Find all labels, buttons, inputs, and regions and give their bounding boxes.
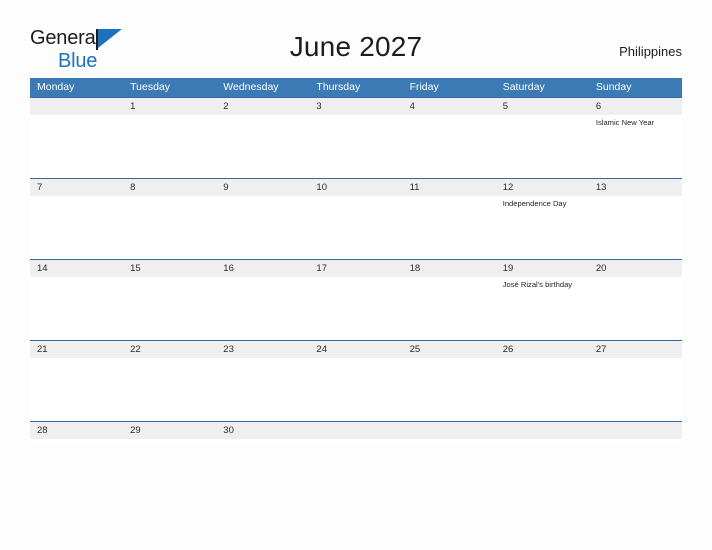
day-number[interactable]: 10 — [309, 179, 402, 196]
day-number[interactable]: 5 — [496, 98, 589, 115]
day-number[interactable]: 6 — [589, 98, 682, 115]
day-number[interactable]: 25 — [403, 341, 496, 358]
day-number[interactable] — [496, 422, 589, 439]
day-number[interactable]: 18 — [403, 260, 496, 277]
day-number[interactable]: 4 — [403, 98, 496, 115]
day-event — [403, 115, 496, 179]
day-number[interactable] — [30, 98, 123, 115]
day-event — [496, 358, 589, 422]
country-label: Philippines — [619, 44, 682, 59]
calendar-week-row: 7 8 9 10 11 12 13 Independence Day — [30, 178, 682, 259]
day-number[interactable]: 14 — [30, 260, 123, 277]
weekday-header-saturday: Saturday — [502, 81, 545, 93]
calendar-page: General Blue June 2027 Philippines Monda… — [0, 0, 712, 550]
day-number[interactable]: 11 — [403, 179, 496, 196]
day-event — [589, 358, 682, 422]
day-number[interactable]: 13 — [589, 179, 682, 196]
calendar-week-row: 14 15 16 17 18 19 20 José Rizal's birthd… — [30, 259, 682, 340]
day-event — [309, 115, 402, 179]
weekday-header-thursday: Thursday — [316, 81, 361, 93]
day-number[interactable]: 19 — [496, 260, 589, 277]
day-number[interactable]: 22 — [123, 341, 216, 358]
day-event — [30, 277, 123, 341]
day-number[interactable]: 30 — [216, 422, 309, 439]
day-event — [216, 115, 309, 179]
day-event — [30, 196, 123, 260]
day-number[interactable] — [309, 422, 402, 439]
day-number[interactable]: 12 — [496, 179, 589, 196]
week-number-band: 14 15 16 17 18 19 20 — [30, 260, 682, 277]
day-event: José Rizal's birthday — [502, 280, 573, 289]
weekday-header-row: Monday Tuesday Wednesday Thursday Friday… — [30, 78, 682, 97]
day-event — [309, 358, 402, 422]
day-number[interactable]: 27 — [589, 341, 682, 358]
day-event — [123, 358, 216, 422]
day-number[interactable] — [403, 422, 496, 439]
day-number[interactable]: 21 — [30, 341, 123, 358]
day-number[interactable]: 2 — [216, 98, 309, 115]
day-event — [216, 277, 309, 341]
day-number[interactable]: 16 — [216, 260, 309, 277]
calendar-grid: Monday Tuesday Wednesday Thursday Friday… — [30, 78, 682, 443]
day-number[interactable]: 24 — [309, 341, 402, 358]
weekday-header-tuesday: Tuesday — [130, 81, 171, 93]
week-number-band: 28 29 30 — [30, 422, 682, 439]
weekday-header-wednesday: Wednesday — [223, 81, 279, 93]
day-event — [309, 196, 402, 260]
day-event — [123, 277, 216, 341]
day-event — [403, 358, 496, 422]
day-event — [123, 115, 216, 179]
day-event — [30, 115, 123, 179]
week-event-band: Islamic New Year — [30, 115, 682, 179]
day-number[interactable]: 28 — [30, 422, 123, 439]
day-event: Islamic New Year — [595, 118, 655, 127]
day-event — [589, 196, 682, 260]
day-event — [309, 277, 402, 341]
day-event — [30, 358, 123, 422]
day-event — [403, 277, 496, 341]
day-number[interactable]: 15 — [123, 260, 216, 277]
day-event — [123, 196, 216, 260]
day-event — [216, 358, 309, 422]
day-number[interactable]: 17 — [309, 260, 402, 277]
week-number-band: 1 2 3 4 5 6 — [30, 98, 682, 115]
day-number[interactable]: 20 — [589, 260, 682, 277]
day-number[interactable]: 1 — [123, 98, 216, 115]
weekday-header-sunday: Sunday — [595, 81, 632, 93]
day-event: Independence Day — [502, 199, 567, 208]
day-number[interactable]: 29 — [123, 422, 216, 439]
day-number[interactable]: 7 — [30, 179, 123, 196]
week-number-band: 21 22 23 24 25 26 27 — [30, 341, 682, 358]
day-number[interactable]: 23 — [216, 341, 309, 358]
page-title: June 2027 — [289, 31, 423, 62]
weekday-header-monday: Monday — [37, 81, 75, 93]
day-event — [496, 115, 589, 179]
calendar-week-row: 1 2 3 4 5 6 Islamic New Year — [30, 97, 682, 178]
week-number-band: 7 8 9 10 11 12 13 — [30, 179, 682, 196]
day-number[interactable]: 26 — [496, 341, 589, 358]
day-number[interactable]: 3 — [309, 98, 402, 115]
day-number[interactable]: 9 — [216, 179, 309, 196]
day-number[interactable]: 8 — [123, 179, 216, 196]
day-event — [589, 277, 682, 341]
calendar-week-row: 21 22 23 24 25 26 27 — [30, 340, 682, 421]
page-header: General Blue June 2027 Philippines — [0, 0, 712, 76]
day-event — [216, 196, 309, 260]
calendar-week-row: 28 29 30 — [30, 421, 682, 443]
week-event-band: José Rizal's birthday — [30, 277, 682, 341]
day-number[interactable] — [589, 422, 682, 439]
week-event-band: Independence Day — [30, 196, 682, 260]
week-event-band — [30, 358, 682, 422]
weekday-header-friday: Friday — [409, 81, 439, 93]
day-event — [403, 196, 496, 260]
